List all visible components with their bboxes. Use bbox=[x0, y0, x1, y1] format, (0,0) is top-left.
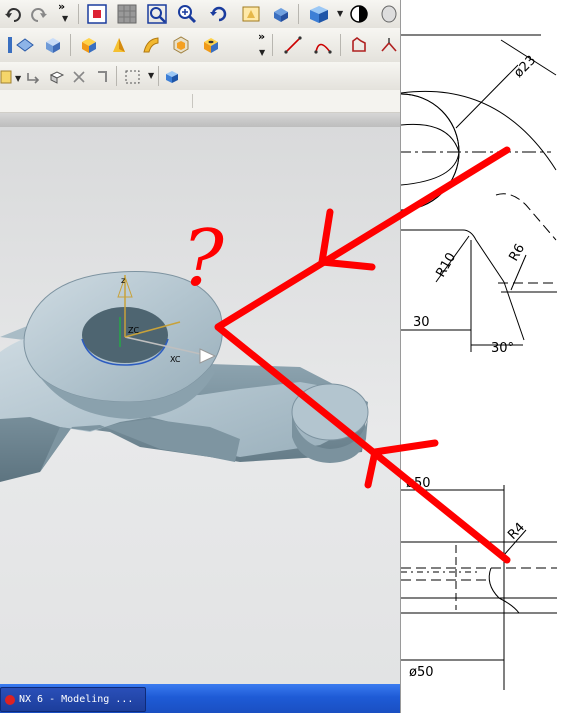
feature-edit-icon[interactable] bbox=[48, 66, 66, 88]
dim-r6: R6 bbox=[506, 242, 528, 264]
toolbar-separator bbox=[158, 66, 159, 86]
toolbar-separator bbox=[70, 34, 71, 56]
zoom-icon[interactable] bbox=[176, 3, 198, 25]
dim-r4: R4 bbox=[505, 520, 528, 543]
svg-text:XC: XC bbox=[170, 355, 181, 364]
line-icon[interactable] bbox=[282, 34, 304, 56]
taskbar: NX 6 - Modeling ... bbox=[0, 684, 400, 713]
chevron-down-icon[interactable]: ▼ bbox=[337, 9, 343, 19]
technical-drawing: ø23 R10 R6 30 30° ø50 R4 ø50 bbox=[342, 0, 558, 713]
revolve-icon[interactable] bbox=[108, 34, 130, 56]
shaded-cube-icon[interactable] bbox=[306, 3, 332, 25]
screen-edge bbox=[557, 0, 568, 713]
chevron-down-icon[interactable]: ▼ bbox=[62, 14, 68, 24]
feature-toolbar: » ▼ bbox=[0, 28, 400, 63]
fit-view-icon[interactable] bbox=[86, 3, 108, 25]
datum-icon[interactable] bbox=[14, 34, 36, 56]
shell-icon[interactable] bbox=[170, 34, 192, 56]
toolbar-separator bbox=[272, 34, 273, 56]
block-icon[interactable] bbox=[42, 34, 64, 56]
dim-phi50-top: ø50 bbox=[406, 476, 431, 491]
dim-phi50-bottom: ø50 bbox=[409, 665, 434, 680]
toolbar-separator bbox=[78, 4, 79, 24]
select-box-icon[interactable] bbox=[122, 66, 144, 88]
toolbar-separator bbox=[116, 66, 117, 86]
chevron-down-icon[interactable]: ▼ bbox=[148, 71, 154, 81]
redo-icon[interactable] bbox=[28, 3, 50, 25]
component-icon[interactable] bbox=[162, 66, 182, 88]
sweep-icon[interactable] bbox=[140, 34, 162, 56]
copy-icon[interactable] bbox=[94, 66, 112, 88]
toolbar-separator bbox=[192, 94, 193, 108]
zoom-window-icon[interactable] bbox=[146, 3, 168, 25]
selection-toolbar: ▼ ▼ bbox=[0, 62, 400, 91]
render-style-icon[interactable] bbox=[348, 3, 370, 25]
graphics-window-header bbox=[0, 113, 400, 127]
graphics-viewport[interactable]: z ZC XC bbox=[0, 127, 400, 684]
extrude-icon[interactable] bbox=[78, 34, 100, 56]
svg-text:ZC: ZC bbox=[128, 326, 139, 335]
toolbar-separator bbox=[340, 34, 341, 56]
profile-icon[interactable] bbox=[348, 34, 370, 56]
standard-toolbar: » ▼ ▼ bbox=[0, 0, 400, 29]
edit-icon[interactable] bbox=[0, 66, 14, 88]
orient-view-icon[interactable] bbox=[270, 3, 292, 25]
undo-icon[interactable] bbox=[2, 3, 24, 25]
rotate-icon[interactable] bbox=[208, 3, 230, 25]
taskbar-button-label: NX 6 - Modeling ... bbox=[19, 694, 134, 705]
move-icon[interactable] bbox=[70, 66, 88, 88]
dim-30-length: 30 bbox=[413, 315, 430, 330]
trim-icon[interactable] bbox=[378, 34, 400, 56]
model-render: z ZC XC bbox=[0, 271, 369, 482]
drawing-canvas: ø23 R10 R6 30 30° ø50 R4 ø50 bbox=[342, 34, 558, 690]
toolbar-overflow-1[interactable]: » bbox=[58, 0, 65, 13]
dim-30-angle: 30° bbox=[491, 341, 514, 356]
toolbar-overflow-2[interactable]: » bbox=[258, 30, 265, 43]
svg-text:z: z bbox=[121, 276, 125, 285]
arc-icon[interactable] bbox=[312, 34, 334, 56]
undo-list-icon[interactable] bbox=[24, 66, 42, 88]
chevron-down-icon[interactable]: ▼ bbox=[259, 48, 265, 58]
chevron-down-icon[interactable]: ▼ bbox=[15, 74, 21, 84]
grid-view-icon[interactable] bbox=[116, 3, 138, 25]
edge-display-icon[interactable] bbox=[378, 3, 400, 25]
pan-icon[interactable] bbox=[240, 3, 262, 25]
taskbar-button-nx[interactable]: NX 6 - Modeling ... bbox=[0, 687, 146, 712]
hole-icon[interactable] bbox=[200, 34, 222, 56]
dim-phi23: ø23 bbox=[511, 53, 539, 81]
nx-app-icon bbox=[5, 694, 15, 705]
toolbar-separator bbox=[298, 4, 299, 24]
selection-bar bbox=[0, 90, 400, 113]
